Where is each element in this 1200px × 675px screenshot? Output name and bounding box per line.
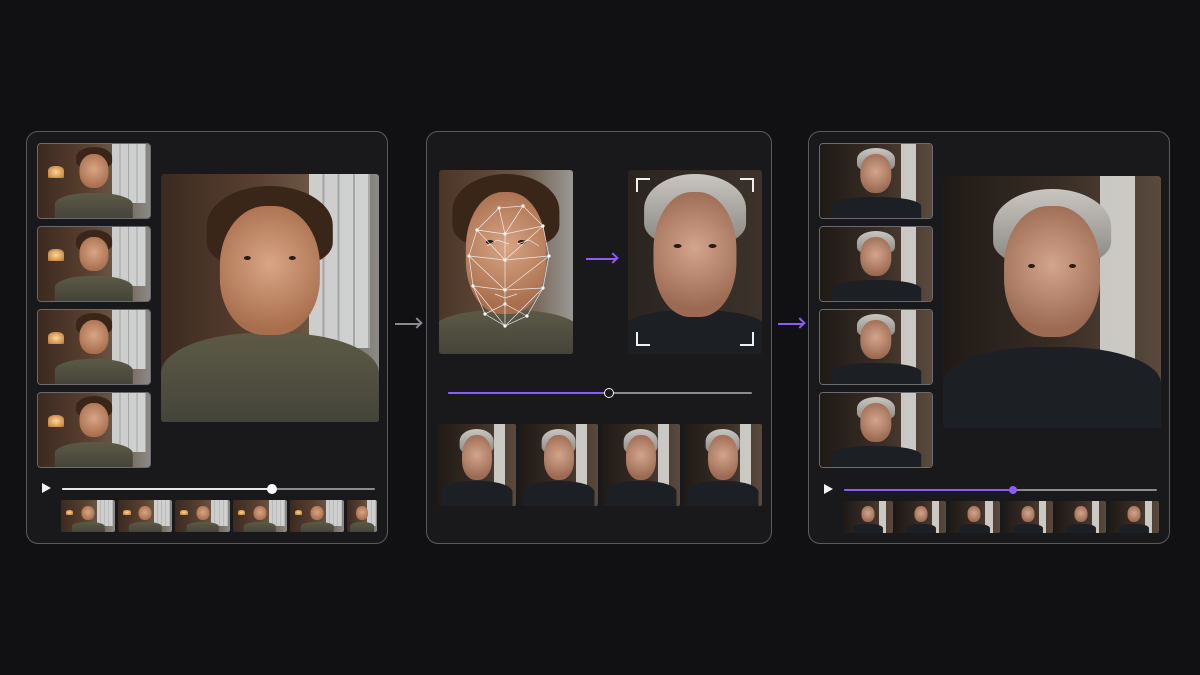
- filmstrip-frame[interactable]: [601, 424, 680, 506]
- source-video-panel: [26, 131, 388, 544]
- source-thumbnail-list: [37, 143, 151, 468]
- result-timeline-progress: [844, 489, 1014, 491]
- filmstrip-frame[interactable]: [683, 424, 762, 506]
- result-thumbnail[interactable]: [819, 309, 933, 385]
- source-face-image[interactable]: [439, 170, 573, 354]
- blend-slider[interactable]: [448, 388, 752, 398]
- result-filmstrip: [843, 501, 1160, 533]
- result-thumbnail[interactable]: [819, 226, 933, 302]
- play-icon[interactable]: [824, 484, 833, 494]
- arrow-right-icon: [778, 323, 803, 325]
- result-thumbnail[interactable]: [819, 143, 933, 219]
- play-icon[interactable]: [42, 483, 51, 493]
- swap-filmstrip: [437, 424, 762, 506]
- target-face-image[interactable]: [628, 170, 762, 354]
- filmstrip-frame[interactable]: [232, 500, 287, 532]
- filmstrip-frame[interactable]: [289, 500, 345, 532]
- blend-slider-handle[interactable]: [604, 388, 615, 398]
- result-timeline-handle[interactable]: [1009, 486, 1018, 494]
- filmstrip-frame[interactable]: [118, 500, 173, 532]
- result-thumbnail-list: [819, 143, 933, 468]
- source-timeline[interactable]: [62, 484, 375, 494]
- source-timeline-handle[interactable]: [266, 484, 277, 494]
- source-filmstrip: [61, 500, 377, 532]
- filmstrip-frame[interactable]: [843, 501, 894, 533]
- source-thumbnail[interactable]: [37, 392, 151, 468]
- face-swap-panel: [426, 131, 772, 544]
- result-video-panel: [808, 131, 1170, 544]
- result-video-preview[interactable]: [943, 176, 1161, 428]
- result-thumbnail[interactable]: [819, 392, 933, 468]
- filmstrip-frame[interactable]: [347, 500, 377, 532]
- filmstrip-frame[interactable]: [896, 501, 947, 533]
- filmstrip-frame[interactable]: [949, 501, 1000, 533]
- blend-slider-fill: [448, 392, 610, 394]
- swap-arrow-icon: [586, 258, 616, 260]
- filmstrip-frame[interactable]: [1002, 501, 1053, 533]
- source-thumbnail[interactable]: [37, 309, 151, 385]
- filmstrip-frame[interactable]: [175, 500, 230, 532]
- filmstrip-frame[interactable]: [1108, 501, 1160, 533]
- filmstrip-frame[interactable]: [437, 424, 516, 506]
- source-thumbnail[interactable]: [37, 226, 151, 302]
- arrow-right-icon: [395, 323, 420, 325]
- source-timeline-progress: [62, 488, 272, 490]
- source-video-preview[interactable]: [161, 174, 379, 422]
- filmstrip-frame[interactable]: [61, 500, 116, 532]
- face-mesh-icon: [467, 204, 551, 328]
- result-timeline[interactable]: [844, 486, 1157, 494]
- source-thumbnail[interactable]: [37, 143, 151, 219]
- filmstrip-frame[interactable]: [519, 424, 598, 506]
- filmstrip-frame[interactable]: [1055, 501, 1106, 533]
